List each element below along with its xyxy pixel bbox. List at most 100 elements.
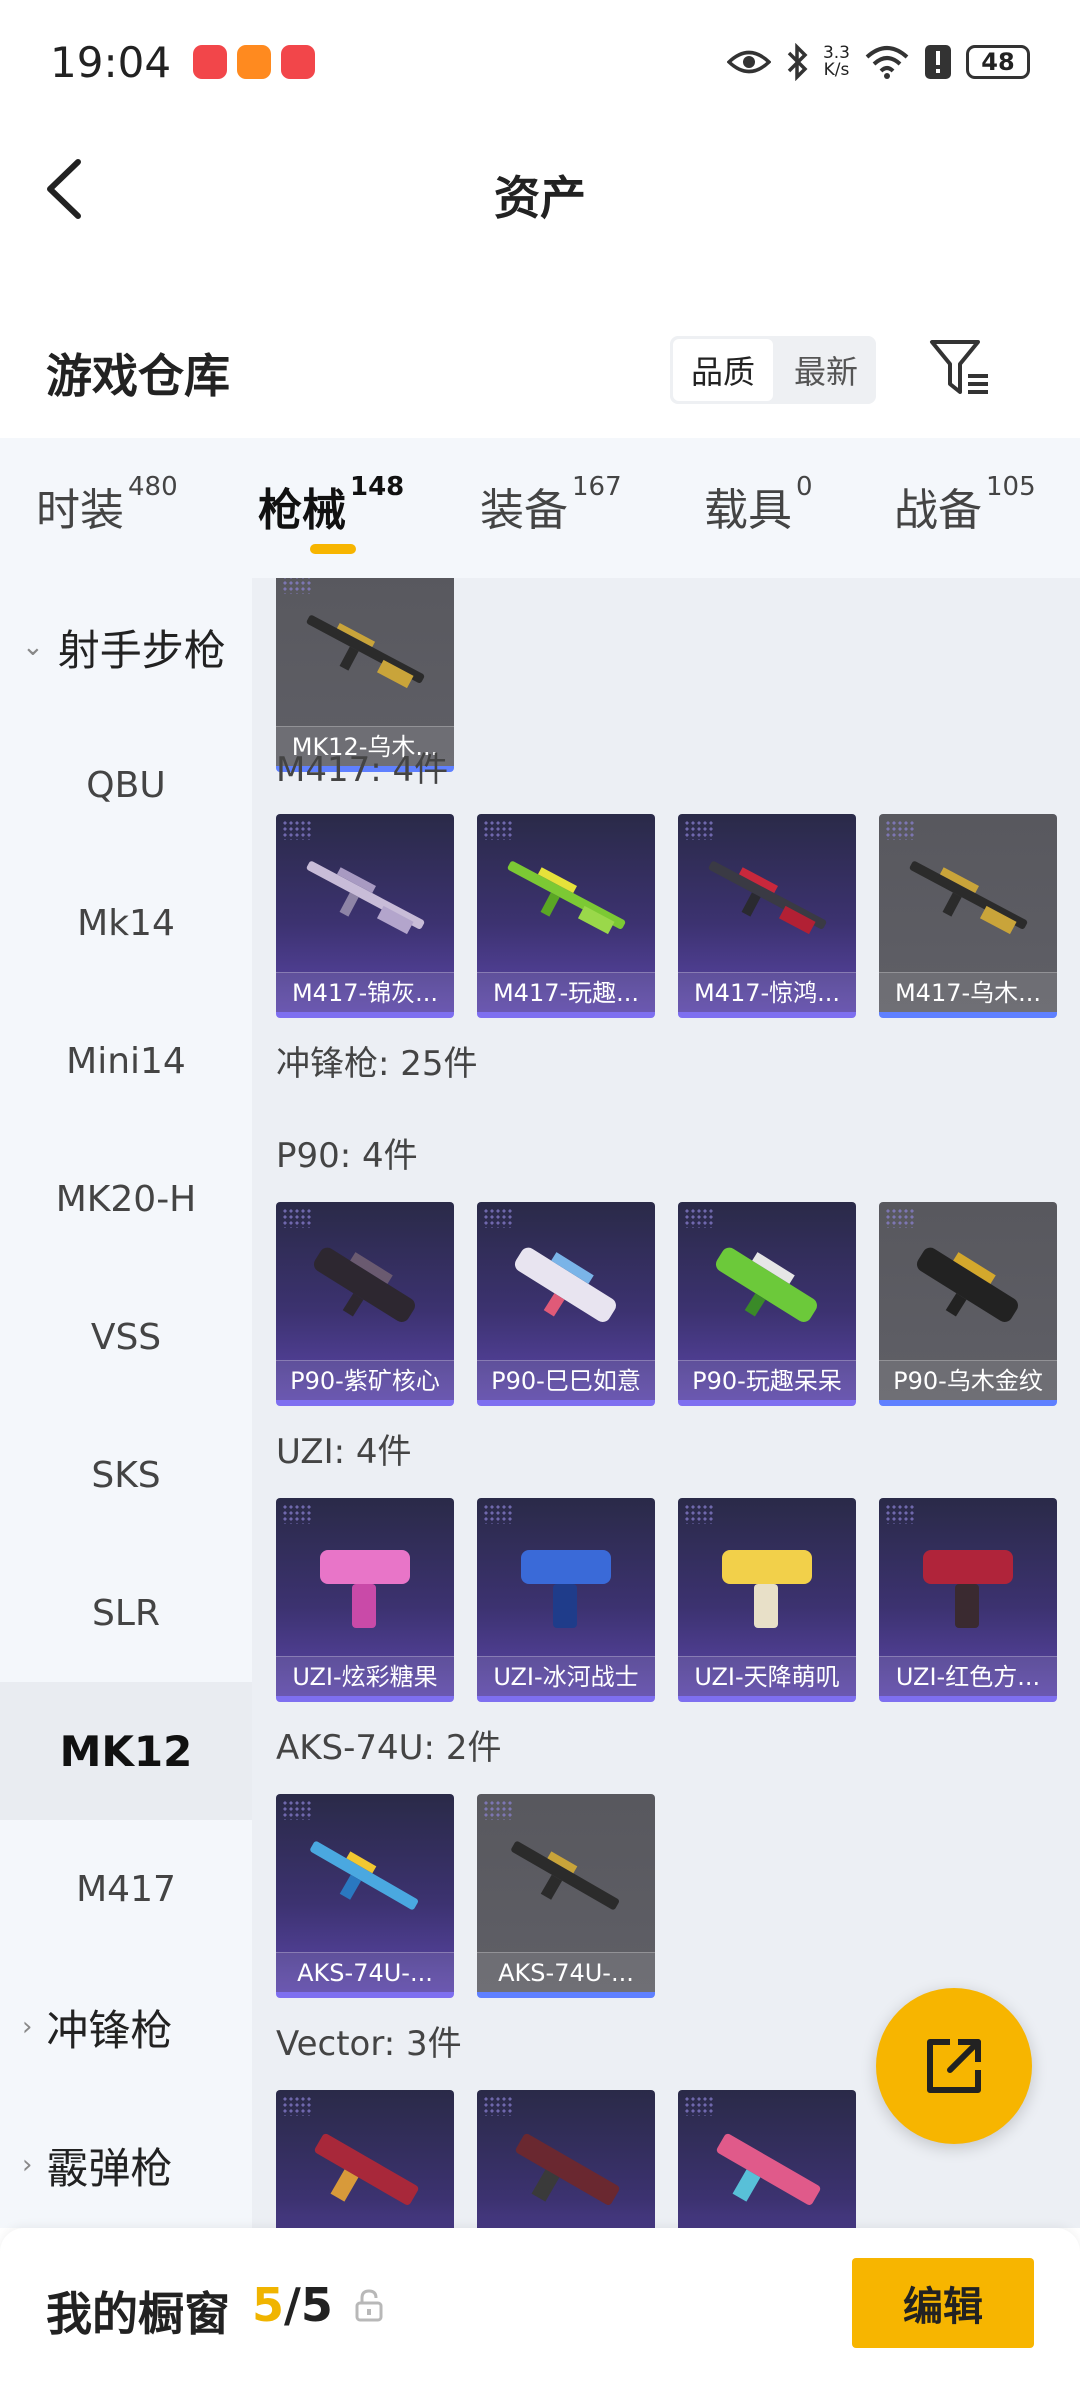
clock: 19:04 (50, 37, 172, 87)
weapon-card[interactable] (276, 2090, 454, 2228)
weapon-card[interactable]: M417-乌木... (879, 814, 1057, 1018)
section-title-aks74u: AKS-74U: 2件 (276, 1728, 502, 1768)
weapon-card[interactable]: UZI-炫彩糖果 (276, 1498, 454, 1702)
sidebar-item-m417[interactable]: M417 (0, 1820, 252, 1958)
card-name: M417-乌木... (879, 972, 1057, 1012)
tab-guns[interactable]: 枪械 148 (258, 472, 404, 538)
weapon-grid: MK12-乌木... M417: 4件 M417-锦灰... M417-玩趣..… (252, 578, 1080, 2228)
weapon-card[interactable] (678, 2090, 856, 2228)
sidebar-item-mk14[interactable]: Mk14 (0, 854, 252, 992)
sort-toggle: 品质 最新 (670, 336, 876, 404)
weapon-card[interactable]: P90-巳巳如意 (477, 1202, 655, 1406)
weapon-category-sidebar: ⌄ 射手步枪 QBU Mk14 Mini14 MK20-H VSS SKS SL… (0, 578, 252, 2228)
tab-equipment[interactable]: 装备 167 (480, 472, 622, 538)
weapon-card[interactable]: P90-乌木金纹 (879, 1202, 1057, 1406)
card-name: P90-玩趣呆呆 (678, 1360, 856, 1400)
weapon-card[interactable] (477, 2090, 655, 2228)
smg-icon (715, 1247, 817, 1322)
category-tabs: 时装 480 枪械 148 装备 167 载具 0 战备 105 (0, 438, 1080, 578)
weapon-card[interactable]: P90-紫矿核心 (276, 1202, 454, 1406)
tab-count: 105 (986, 472, 1036, 502)
tab-vehicles[interactable]: 载具 0 (704, 472, 813, 538)
sidebar-item-vss[interactable]: VSS (0, 1268, 252, 1406)
weapon-card[interactable]: M417-锦灰... (276, 814, 454, 1018)
smg-icon (515, 2133, 620, 2205)
card-name: P90-乌木金纹 (879, 1360, 1057, 1400)
sidebar-item-sks[interactable]: SKS (0, 1406, 252, 1544)
weapon-card[interactable]: UZI-天降萌叽 (678, 1498, 856, 1702)
card-name: UZI-冰河战士 (477, 1656, 655, 1696)
sidebar-group-marksman-rifles[interactable]: ⌄ 射手步枪 (0, 578, 252, 716)
card-name: M417-惊鸿... (678, 972, 856, 1012)
bluetooth-icon (787, 43, 808, 81)
net-speed-unit: K/s (823, 60, 850, 80)
sidebar-group-smg[interactable]: › 冲锋枪 (0, 1958, 252, 2096)
sort-quality-button[interactable]: 品质 (673, 339, 773, 401)
status-icons: 3.3 K/s 48 (726, 43, 1030, 81)
pistol-smg-icon (722, 1550, 812, 1628)
showcase-label: 我的橱窗 (46, 2287, 230, 2341)
edit-button[interactable]: 编辑 (852, 2258, 1034, 2348)
weapon-card[interactable]: M417-惊鸿... (678, 814, 856, 1018)
weapon-card[interactable]: AKS-74U-... (477, 1794, 655, 1998)
pistol-smg-icon (320, 1550, 410, 1628)
chevron-down-icon: ⌄ (22, 632, 44, 662)
rifle-icon (909, 861, 1028, 935)
filter-icon[interactable] (928, 336, 992, 400)
sidebar-item-qbu[interactable]: QBU (0, 716, 252, 854)
tab-label: 战备 (894, 485, 982, 536)
sidebar-group-label: 霰弹枪 (46, 2143, 173, 2193)
sidebar-group-label: 射手步枪 (57, 625, 226, 675)
rifle-icon (507, 861, 626, 935)
active-tab-indicator (310, 544, 356, 554)
sidebar-item-mk12[interactable]: MK12 (0, 1682, 252, 1820)
showcase-used: 5 (252, 2278, 285, 2332)
notification-app-icon-2 (281, 45, 316, 79)
warehouse-title: 游戏仓库 (46, 349, 230, 403)
section-title-p90: P90: 4件 (276, 1136, 418, 1176)
tab-outfits[interactable]: 时装 480 (36, 472, 178, 538)
rifle-icon (310, 1841, 418, 1910)
card-name: UZI-天降萌叽 (678, 1656, 856, 1696)
tab-count: 167 (572, 472, 622, 502)
tab-combat-gear[interactable]: 战备 105 (894, 472, 1036, 538)
rifle-icon (306, 861, 425, 935)
rifle-icon (306, 615, 425, 689)
weapon-card[interactable]: UZI-冰河战士 (477, 1498, 655, 1702)
weapon-card[interactable]: AKS-74U-... (276, 1794, 454, 1998)
sidebar-item-mk20h[interactable]: MK20-H (0, 1130, 252, 1268)
game-app-icon (237, 45, 272, 79)
section-title-m417: M417: 4件 (276, 750, 449, 790)
share-external-icon (927, 2039, 981, 2093)
sort-latest-button[interactable]: 最新 (776, 336, 876, 404)
weapon-card[interactable]: UZI-红色方... (879, 1498, 1057, 1702)
chevron-right-icon: › (22, 2012, 33, 2042)
sidebar-item-slr[interactable]: SLR (0, 1544, 252, 1682)
notification-app-icon (193, 45, 228, 79)
sidebar-group-shotgun[interactable]: › 霰弹枪 (0, 2096, 252, 2228)
wifi-icon (865, 46, 909, 79)
page-title: 资产 (494, 171, 586, 225)
showcase-total: 5 (300, 2278, 333, 2332)
card-name: UZI-红色方... (879, 1656, 1057, 1696)
sidebar-item-mini14[interactable]: Mini14 (0, 992, 252, 1130)
battery-indicator: 48 (966, 45, 1030, 79)
section-title-smg: 冲锋枪: 25件 (276, 1044, 478, 1084)
pistol-smg-icon (923, 1550, 1013, 1628)
share-button[interactable] (876, 1988, 1032, 2144)
card-name: P90-巳巳如意 (477, 1360, 655, 1400)
tab-count: 480 (128, 472, 178, 502)
weapon-card[interactable]: M417-玩趣... (477, 814, 655, 1018)
card-name: P90-紫矿核心 (276, 1360, 454, 1400)
section-title-uzi: UZI: 4件 (276, 1432, 412, 1472)
weapon-card[interactable]: P90-玩趣呆呆 (678, 1202, 856, 1406)
tab-label: 装备 (480, 485, 568, 536)
lock-icon (355, 2289, 383, 2322)
card-name: M417-锦灰... (276, 972, 454, 1012)
app-header: 资产 (0, 124, 1080, 254)
card-name: UZI-炫彩糖果 (276, 1656, 454, 1696)
sidebar-group-label: 冲锋枪 (46, 2005, 173, 2055)
rifle-icon (511, 1841, 619, 1910)
smg-icon (313, 1247, 415, 1322)
rifle-icon (708, 861, 827, 935)
